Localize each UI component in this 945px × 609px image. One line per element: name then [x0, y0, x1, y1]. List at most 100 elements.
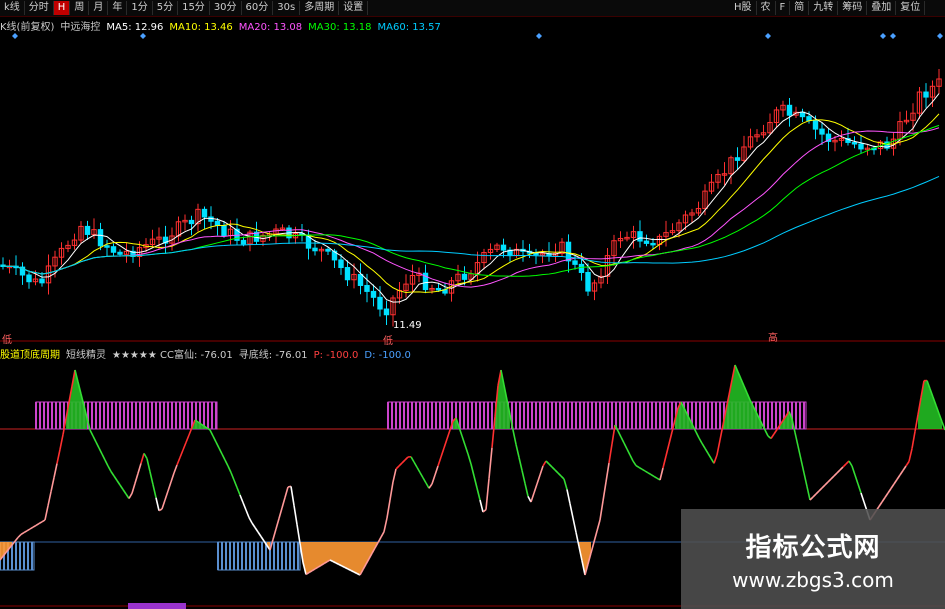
- candle-body: [858, 143, 864, 150]
- candle-body: [344, 267, 351, 281]
- oscillator-segment: [251, 522, 256, 528]
- oscillator-segment: [260, 536, 265, 542]
- oscillator-segment: [560, 475, 565, 480]
- oscillator-segment: [884, 492, 889, 498]
- indicator-legend: 股道顶底周期 短线精灵 ★★★★★ CC富仙: -76.01 寻底线: -76.01 P…: [0, 346, 417, 361]
- oscillator-segment: [602, 481, 607, 502]
- candle-body: [461, 273, 468, 280]
- oscillator-segment: [176, 457, 181, 466]
- bottom-marker-bar: [128, 603, 186, 609]
- oscillator-segment: [476, 487, 481, 501]
- oscillator-segment: [281, 497, 286, 509]
- oscillator-segment: [647, 472, 652, 476]
- oscillator-segment: [512, 429, 517, 445]
- candle-body: [806, 116, 812, 122]
- oscillator-segment: [824, 481, 829, 486]
- oscillator-segment: [227, 465, 232, 473]
- oscillator-segment: [404, 456, 409, 461]
- candle-body: [325, 248, 331, 252]
- oscillator-segment: [434, 465, 439, 476]
- candle-body: [201, 208, 208, 218]
- candle-body: [110, 246, 117, 253]
- oscillator-segment: [257, 531, 262, 537]
- oscillator-segment: [713, 454, 718, 464]
- candle-body: [383, 308, 390, 316]
- candle-body: [84, 225, 91, 235]
- oscillator-segment: [23, 530, 28, 534]
- oscillator-segment: [896, 474, 901, 480]
- oscillator-segment: [632, 460, 637, 467]
- oscillator-segment: [797, 445, 802, 460]
- oscillator-segment: [890, 483, 895, 489]
- oscillator-segment: [47, 491, 52, 507]
- oscillator-segment: [515, 444, 520, 458]
- oscillator-segment: [524, 483, 529, 497]
- ma10-line: [2, 113, 940, 293]
- oscillator-segment: [416, 466, 421, 473]
- candle-body: [39, 278, 45, 284]
- oscillator-segment: [32, 524, 37, 528]
- oscillator-segment: [98, 447, 103, 455]
- oscillator-segment: [383, 517, 388, 532]
- oscillator-segment: [122, 489, 127, 495]
- oscillator-segment: [215, 441, 220, 449]
- oscillator-segment: [134, 473, 139, 484]
- oscillator-segment: [773, 429, 778, 435]
- oscillator-segment: [854, 474, 859, 485]
- oscillator-segment: [593, 530, 598, 543]
- oscillator-segment: [827, 478, 832, 483]
- oscillator-segment: [770, 433, 775, 439]
- oscillator-segment: [620, 436, 625, 444]
- low-tag-left: 低: [2, 335, 12, 346]
- oscillator-segment: [551, 466, 556, 471]
- oscillator-segment: [50, 477, 55, 492]
- oscillator-segment: [836, 469, 841, 474]
- candle-body: [435, 287, 442, 291]
- oscillator-segment: [389, 481, 394, 501]
- oscillator-segment: [182, 442, 187, 451]
- oscillator-segment: [479, 499, 484, 513]
- oscillator-segment: [716, 439, 721, 456]
- oscillator-segment: [38, 521, 43, 525]
- candle-body: [650, 242, 656, 246]
- candle-body: [565, 241, 572, 262]
- oscillator-segment: [653, 475, 658, 479]
- oscillator-segment: [485, 478, 490, 510]
- oscillator-segment: [668, 431, 673, 445]
- oscillator-segment: [248, 517, 253, 524]
- oscillator-segment: [704, 447, 709, 454]
- oscillator-segment: [29, 526, 34, 530]
- oscillator-segment: [290, 486, 295, 506]
- oscillator-segment: [44, 505, 49, 521]
- oscillator-segment: [386, 499, 391, 519]
- oscillator-segment: [902, 465, 907, 471]
- oscillator-segment: [167, 481, 172, 492]
- oscillator-segment: [26, 528, 31, 532]
- oscillator-segment: [92, 435, 97, 443]
- oscillator-segment: [89, 429, 94, 437]
- oscillator-segment: [419, 472, 424, 479]
- oscillator-segment: [659, 467, 664, 481]
- ma60-line: [2, 175, 940, 275]
- oscillator-segment: [116, 480, 121, 486]
- oscillator-segment: [806, 486, 811, 501]
- oscillator-segment: [128, 492, 133, 499]
- oscillator-segment: [899, 470, 904, 476]
- oscillator-segment: [284, 486, 289, 498]
- oscillator-segment: [143, 452, 148, 460]
- candle-body: [851, 141, 858, 145]
- oscillator-segment: [707, 452, 712, 459]
- indicator_line-item-4: P: -100.0: [313, 350, 359, 361]
- oscillator-segment: [437, 456, 442, 467]
- oscillator-segment: [908, 448, 913, 462]
- oscillator-segment: [440, 447, 445, 458]
- oscillator-segment: [638, 466, 643, 470]
- oscillator-segment: [821, 484, 826, 489]
- oscillator-segment: [185, 434, 190, 443]
- oscillator-segment: [53, 463, 58, 478]
- oscillator-segment: [41, 519, 46, 523]
- oscillator-segment: [152, 484, 157, 498]
- oscillator-segment: [425, 482, 430, 489]
- oscillator-segment: [17, 533, 22, 539]
- candle-body: [786, 104, 793, 116]
